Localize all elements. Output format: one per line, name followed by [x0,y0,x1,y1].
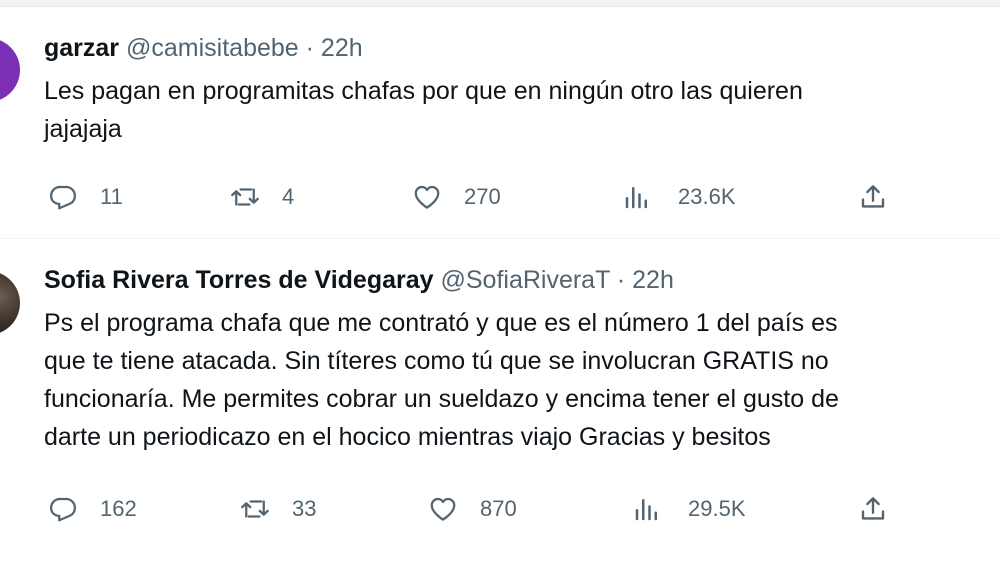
timestamp[interactable]: 22h [632,266,674,294]
tweet-sofia[interactable]: Sofia Rivera Torres de Videgaray @SofiaR… [0,258,1000,558]
views-count: 23.6K [678,184,736,209]
share-icon [858,182,888,212]
views-button[interactable]: 23.6K [622,177,736,217]
like-count: 270 [464,184,501,209]
reply-icon [48,182,78,212]
views-icon [622,182,652,212]
views-button[interactable]: 29.5K [632,489,746,529]
avatar[interactable] [0,271,20,335]
reply-count: 11 [100,184,123,209]
handle[interactable]: @SofiaRiveraT [440,266,609,294]
handle[interactable]: @camisitabebe [126,34,299,62]
tweet-divider [0,238,1000,239]
views-icon [632,494,662,524]
share-icon [858,494,888,524]
like-count: 870 [480,496,517,521]
tweet-header: garzar @camisitabebe · 22h [44,32,363,64]
separator: · [616,266,626,294]
tweet-garzar[interactable]: garzar @camisitabebe · 22h Les pagan en … [0,20,1000,230]
views-count: 29.5K [688,496,746,521]
text-line: Les pagan en programitas chafas por que … [44,77,803,105]
like-icon [412,182,442,212]
top-edge [0,0,1000,7]
text-line: Ps el programa chafa que me contrató y q… [44,309,838,337]
text-line: que te tiene atacada. Sin títeres como t… [44,347,829,375]
tweet-text: Les pagan en programitas chafas por que … [44,72,803,148]
like-button[interactable]: 870 [428,489,517,529]
tweet-text: Ps el programa chafa que me contrató y q… [44,304,839,456]
retweet-icon [230,182,260,212]
separator: · [305,34,314,62]
reply-count: 162 [100,496,137,521]
display-name[interactable]: garzar [44,34,119,62]
action-bar: 162 33 870 29.5K [0,489,1000,529]
action-bar: 11 4 270 23.6K [0,177,1000,217]
retweet-icon [240,494,270,524]
share-button[interactable] [858,489,888,529]
like-icon [428,494,458,524]
reply-button[interactable]: 11 [48,177,123,217]
reply-icon [48,494,78,524]
retweet-button[interactable]: 33 [240,489,316,529]
like-button[interactable]: 270 [412,177,501,217]
text-line: darte un periodicazo en el hocico mientr… [44,423,771,451]
text-line: jajajaja [44,115,122,143]
retweet-button[interactable]: 4 [230,177,294,217]
timestamp[interactable]: 22h [321,34,363,62]
share-button[interactable] [858,177,888,217]
retweet-count: 4 [282,184,295,209]
text-line: funcionaría. Me permites cobrar un sueld… [44,385,839,413]
retweet-count: 33 [292,496,317,521]
reply-button[interactable]: 162 [48,489,137,529]
tweet-header: Sofia Rivera Torres de Videgaray @SofiaR… [44,264,674,296]
display-name[interactable]: Sofia Rivera Torres de Videgaray [44,266,434,294]
avatar[interactable] [0,38,20,102]
